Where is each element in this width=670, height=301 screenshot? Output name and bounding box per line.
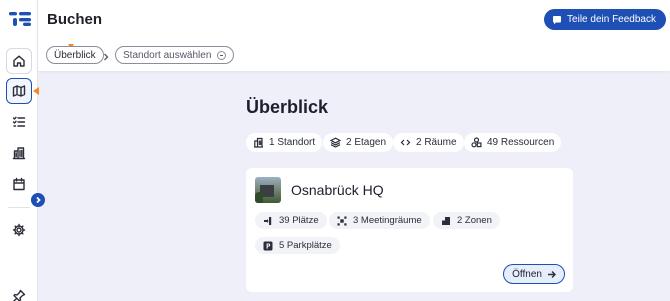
stat-label: 1 Standort bbox=[269, 137, 316, 148]
feature-zones: 2 Zonen bbox=[433, 212, 500, 229]
location-card[interactable]: Osnabrück HQ 39 Plätze 3 Meetingräume 2 … bbox=[246, 168, 573, 292]
sidebar-item-settings[interactable] bbox=[6, 217, 32, 243]
active-indicator bbox=[33, 87, 39, 95]
breadcrumb-label: Überblick bbox=[54, 49, 96, 61]
home-icon bbox=[13, 55, 25, 67]
stat-floors: 2 Etagen bbox=[323, 133, 394, 152]
feature-meeting-rooms: 3 Meetingräume bbox=[329, 212, 430, 229]
sidebar-item-pin[interactable] bbox=[6, 283, 32, 301]
location-image bbox=[255, 177, 281, 203]
feature-label: 3 Meetingräume bbox=[353, 215, 422, 226]
breadcrumb-overview[interactable]: Überblick bbox=[46, 46, 104, 64]
location-name: Osnabrück HQ bbox=[291, 182, 384, 198]
shapes-icon bbox=[471, 137, 482, 148]
map-icon bbox=[12, 85, 26, 97]
app-logo bbox=[9, 12, 31, 26]
feature-label: 2 Zonen bbox=[457, 215, 492, 226]
gear-icon bbox=[12, 223, 26, 237]
feedback-button[interactable]: Teile dein Feedback bbox=[544, 9, 666, 30]
sidebar-item-checklist[interactable] bbox=[6, 109, 32, 135]
open-label: Öffnen bbox=[512, 268, 542, 280]
desk-entry-icon bbox=[264, 216, 272, 225]
sidebar-expand-button[interactable] bbox=[31, 193, 45, 207]
chat-bubble-icon bbox=[553, 15, 562, 24]
sidebar bbox=[0, 0, 39, 301]
breadcrumb-select-location[interactable]: Standort auswählen bbox=[115, 46, 235, 64]
sidebar-item-home[interactable] bbox=[6, 48, 32, 74]
top-header: Buchen Teile dein Feedback Überblick Sta… bbox=[38, 0, 670, 71]
chevron-right-icon bbox=[36, 196, 41, 204]
feature-label: 39 Plätze bbox=[279, 215, 319, 226]
stat-label: 2 Räume bbox=[416, 137, 457, 148]
breadcrumb-separator-icon bbox=[102, 49, 110, 61]
feedback-label: Teile dein Feedback bbox=[567, 14, 656, 25]
code-brackets-icon bbox=[400, 139, 411, 146]
checklist-icon bbox=[12, 116, 26, 127]
calendar-icon bbox=[13, 177, 25, 191]
sidebar-item-buildings[interactable] bbox=[6, 140, 32, 166]
stat-label: 2 Etagen bbox=[346, 137, 387, 148]
stat-label: 49 Ressourcen bbox=[487, 137, 555, 148]
stat-rooms: 2 Räume bbox=[393, 133, 464, 152]
parking-icon bbox=[263, 241, 273, 250]
sidebar-divider bbox=[8, 207, 30, 208]
stat-resources: 49 Ressourcen bbox=[464, 133, 562, 152]
feature-label: 5 Parkplätze bbox=[279, 240, 332, 251]
feature-seats: 39 Plätze bbox=[255, 212, 327, 229]
pin-icon bbox=[13, 289, 26, 301]
building-icon bbox=[254, 137, 263, 148]
meeting-room-icon bbox=[337, 216, 347, 225]
open-location-button[interactable]: Öffnen bbox=[503, 264, 565, 284]
sidebar-item-map[interactable] bbox=[6, 78, 32, 104]
clear-icon[interactable] bbox=[217, 50, 227, 60]
layers-icon bbox=[330, 137, 341, 148]
section-title: Überblick bbox=[246, 97, 329, 117]
breadcrumb-label: Standort auswählen bbox=[123, 49, 212, 61]
feature-parking: 5 Parkplätze bbox=[255, 237, 340, 254]
zone-icon bbox=[442, 216, 450, 225]
building-icon bbox=[12, 147, 26, 160]
stat-locations: 1 Standort bbox=[246, 133, 323, 152]
arrow-right-icon bbox=[548, 270, 556, 278]
sidebar-item-calendar[interactable] bbox=[6, 171, 32, 197]
page-title: Buchen bbox=[47, 11, 103, 28]
